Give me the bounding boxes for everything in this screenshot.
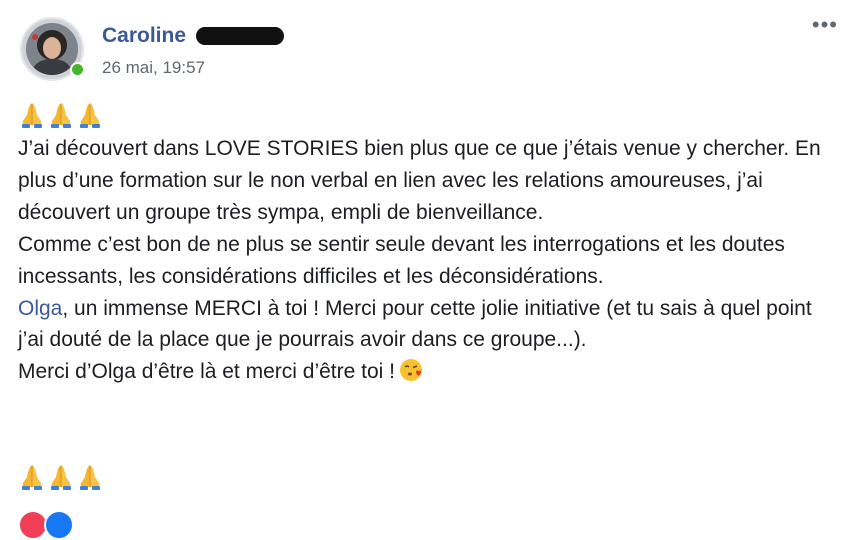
post-timestamp[interactable]: 26 mai, 19:57 <box>102 58 205 78</box>
emoji-row-top <box>18 101 104 129</box>
closing-text: Merci d’Olga d’être là et merci d’être t… <box>18 360 395 384</box>
folded-hands-icon <box>50 464 72 491</box>
reaction-icons[interactable] <box>18 510 74 540</box>
more-options-icon[interactable]: ••• <box>812 14 838 36</box>
folded-hands-icon <box>21 464 43 491</box>
post-header: Caroline <box>102 24 285 50</box>
kiss-face-icon <box>399 359 422 382</box>
like-reaction-icon <box>44 510 74 540</box>
folded-hands-icon <box>79 464 101 491</box>
post-paragraph: J’ai découvert dans LOVE STORIES bien pl… <box>18 137 821 224</box>
author-name[interactable]: Caroline <box>102 24 186 47</box>
emoji-row-bottom <box>18 463 104 491</box>
online-status-dot <box>70 62 85 77</box>
mention-text: , un immense MERCI à toi ! Merci pour ce… <box>18 296 812 352</box>
closing-line: Merci d’Olga d’être là et merci d’être t… <box>18 356 833 388</box>
post-paragraph: Comme c’est bon de ne plus se sentir seu… <box>18 232 785 288</box>
post-body: J’ai découvert dans LOVE STORIES bien pl… <box>18 133 833 388</box>
folded-hands-icon <box>50 102 72 129</box>
folded-hands-icon <box>79 102 101 129</box>
mention-paragraph: Olga, un immense MERCI à toi ! Merci pou… <box>18 293 833 357</box>
name-redaction <box>196 27 285 45</box>
folded-hands-icon <box>21 102 43 129</box>
mention-link[interactable]: Olga <box>18 297 62 320</box>
